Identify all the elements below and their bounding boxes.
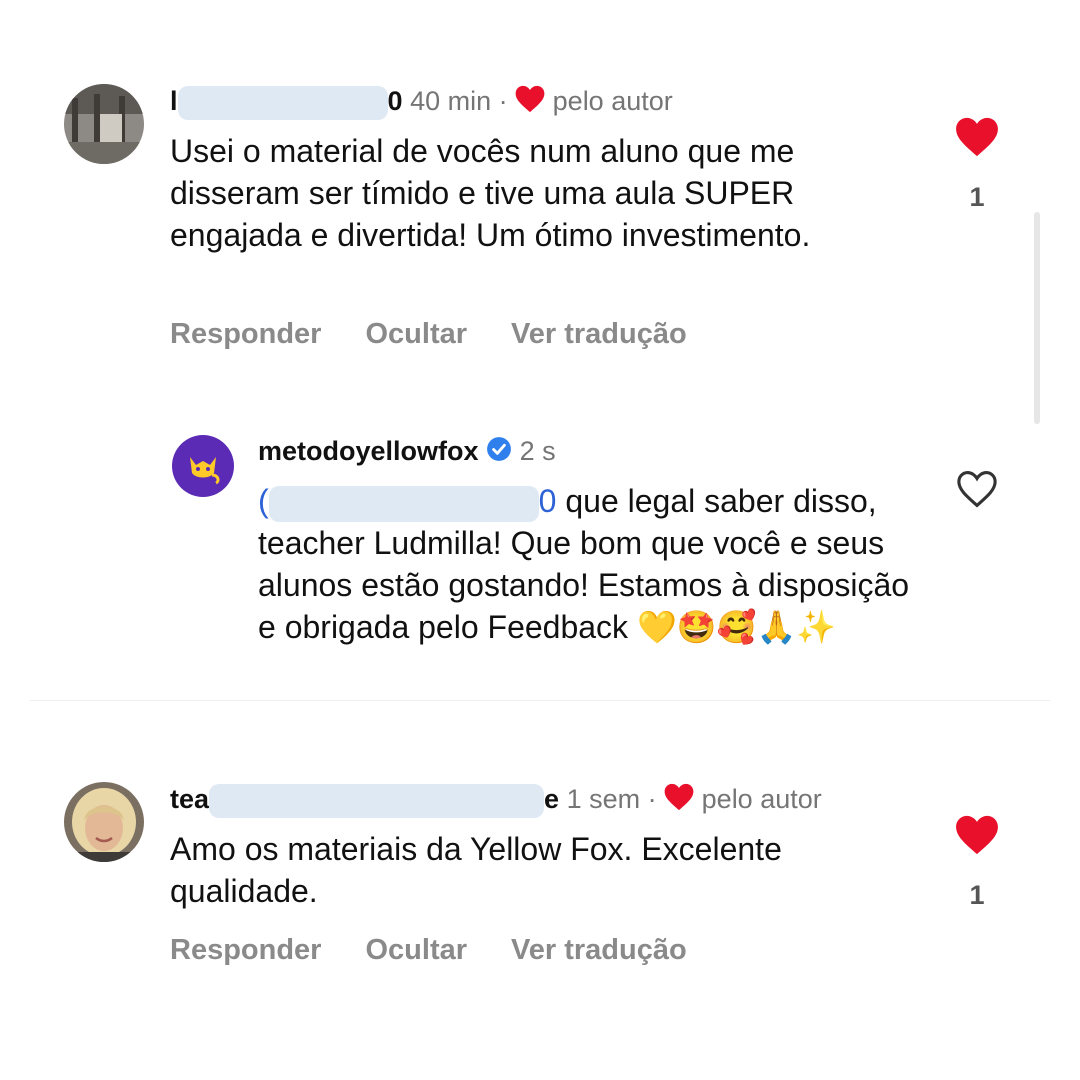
comment-actions: Responder Ocultar Ver tradução (170, 318, 731, 351)
reply-text: (0 que legal saber disso, teacher Ludmil… (258, 483, 910, 646)
reply-button[interactable]: Responder (170, 934, 321, 966)
like-count: 1 (969, 182, 985, 212)
heart-filled-icon (956, 117, 998, 157)
author-label: pelo autor (552, 86, 673, 116)
hide-button[interactable]: Ocultar (365, 318, 467, 350)
emoji-sequence: 💛🤩🥰🙏✨ (636, 608, 837, 646)
brand-avatar[interactable] (172, 435, 234, 497)
redacted-mention (268, 485, 539, 522)
like-button[interactable] (955, 117, 999, 162)
like-button[interactable] (955, 815, 999, 860)
redacted-username (209, 783, 545, 818)
comment-actions: Responder Ocultar Ver tradução (170, 934, 731, 967)
like-count: 1 (969, 880, 985, 910)
scrollbar[interactable] (1034, 212, 1040, 424)
commenter-avatar[interactable] (64, 84, 144, 164)
author-label: pelo autor (701, 784, 822, 814)
hide-button[interactable]: Ocultar (365, 934, 467, 966)
heart-filled-icon (956, 815, 998, 855)
translate-button[interactable]: Ver tradução (511, 934, 687, 966)
mention-link[interactable]: (0 (258, 483, 556, 522)
reply-header: metodoyellowfox 2 s (258, 434, 556, 470)
separator: · (647, 784, 657, 814)
thread-divider (30, 700, 1050, 701)
verified-badge-icon (486, 436, 512, 470)
author-heart-icon (664, 783, 694, 819)
separator: · (498, 86, 508, 116)
fox-logo-icon (190, 457, 220, 485)
comment-header: tea e 1 sem · pelo autor (170, 782, 822, 819)
reply-time: 2 s (519, 436, 556, 466)
brand-username[interactable]: metodoyellowfox (258, 436, 479, 466)
comment-header: l0 40 min · pelo autor (170, 84, 673, 121)
comment-time: 40 min (410, 86, 492, 116)
translate-button[interactable]: Ver tradução (511, 318, 687, 350)
avatar-photo (64, 782, 144, 862)
comment-text: Usei o material de vocês num aluno que m… (170, 133, 811, 253)
redacted-username (177, 85, 388, 120)
like-button[interactable] (956, 470, 998, 513)
comment-time: 1 sem (566, 784, 641, 814)
commenter-avatar[interactable] (64, 782, 144, 862)
heart-outline-icon (957, 471, 997, 508)
avatar-photo (64, 84, 144, 164)
username[interactable]: l0 (170, 85, 403, 120)
username[interactable]: tea e (170, 783, 559, 818)
reply-button[interactable]: Responder (170, 318, 321, 350)
comment-text: Amo os materiais da Yellow Fox. Excelent… (170, 831, 782, 909)
author-heart-icon (515, 85, 545, 121)
